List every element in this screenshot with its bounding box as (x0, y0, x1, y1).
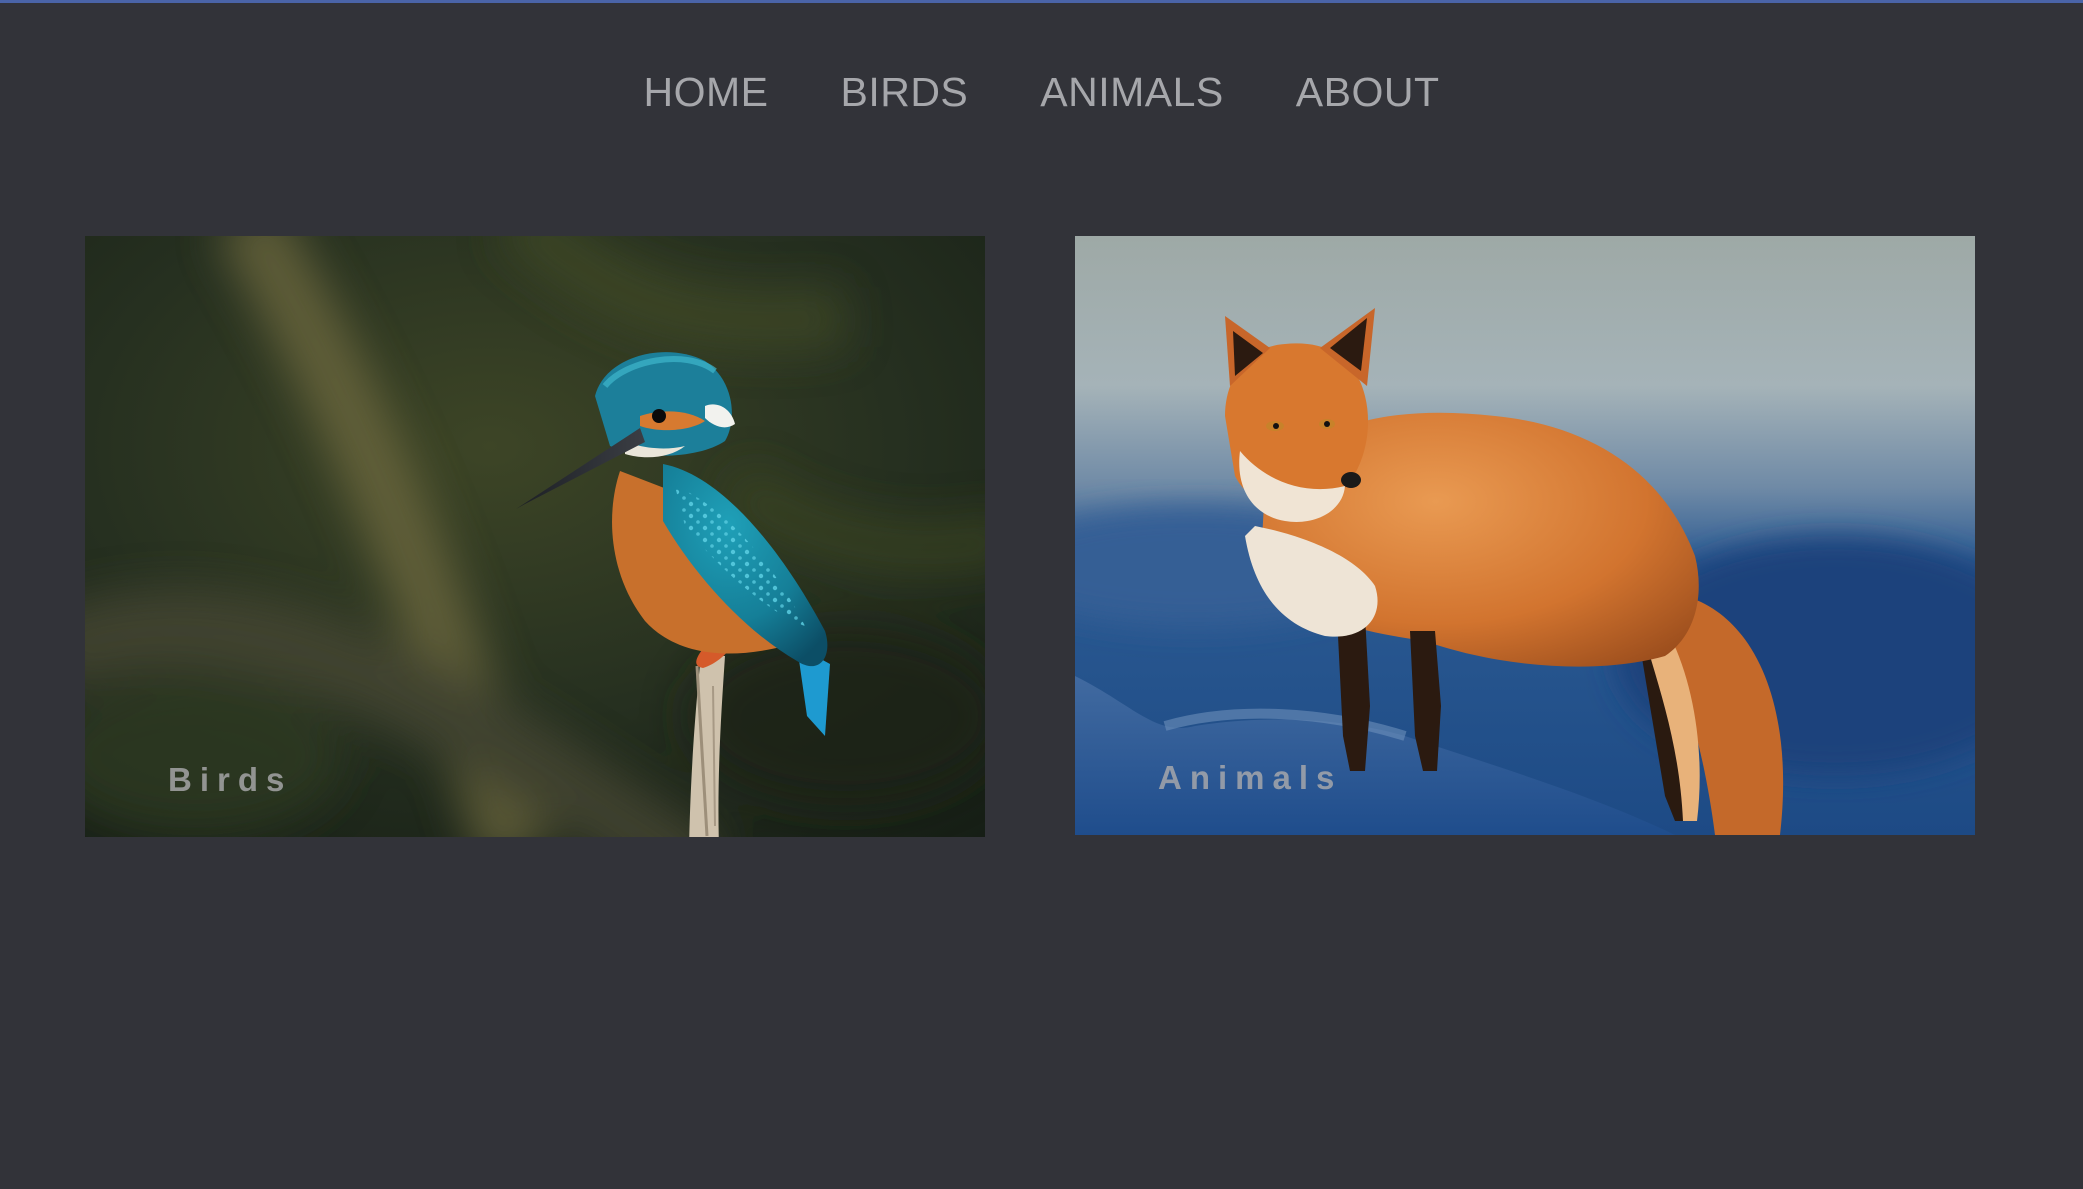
animals-card-label: Animals (1158, 759, 1343, 796)
top-accent-line (0, 0, 2083, 3)
kingfisher-photo (85, 236, 985, 837)
animals-card[interactable]: Animals (1075, 236, 1975, 835)
main-navigation: HOME BIRDS ANIMALS ABOUT (0, 66, 2083, 118)
nav-birds-link[interactable]: BIRDS (840, 66, 968, 118)
nav-about-link[interactable]: ABOUT (1296, 66, 1440, 118)
birds-card-label: Birds (168, 761, 293, 798)
fox-photo (1075, 236, 1975, 835)
birds-card[interactable]: Birds (85, 236, 985, 837)
nav-home-link[interactable]: HOME (643, 66, 768, 118)
nav-animals-link[interactable]: ANIMALS (1040, 66, 1224, 118)
